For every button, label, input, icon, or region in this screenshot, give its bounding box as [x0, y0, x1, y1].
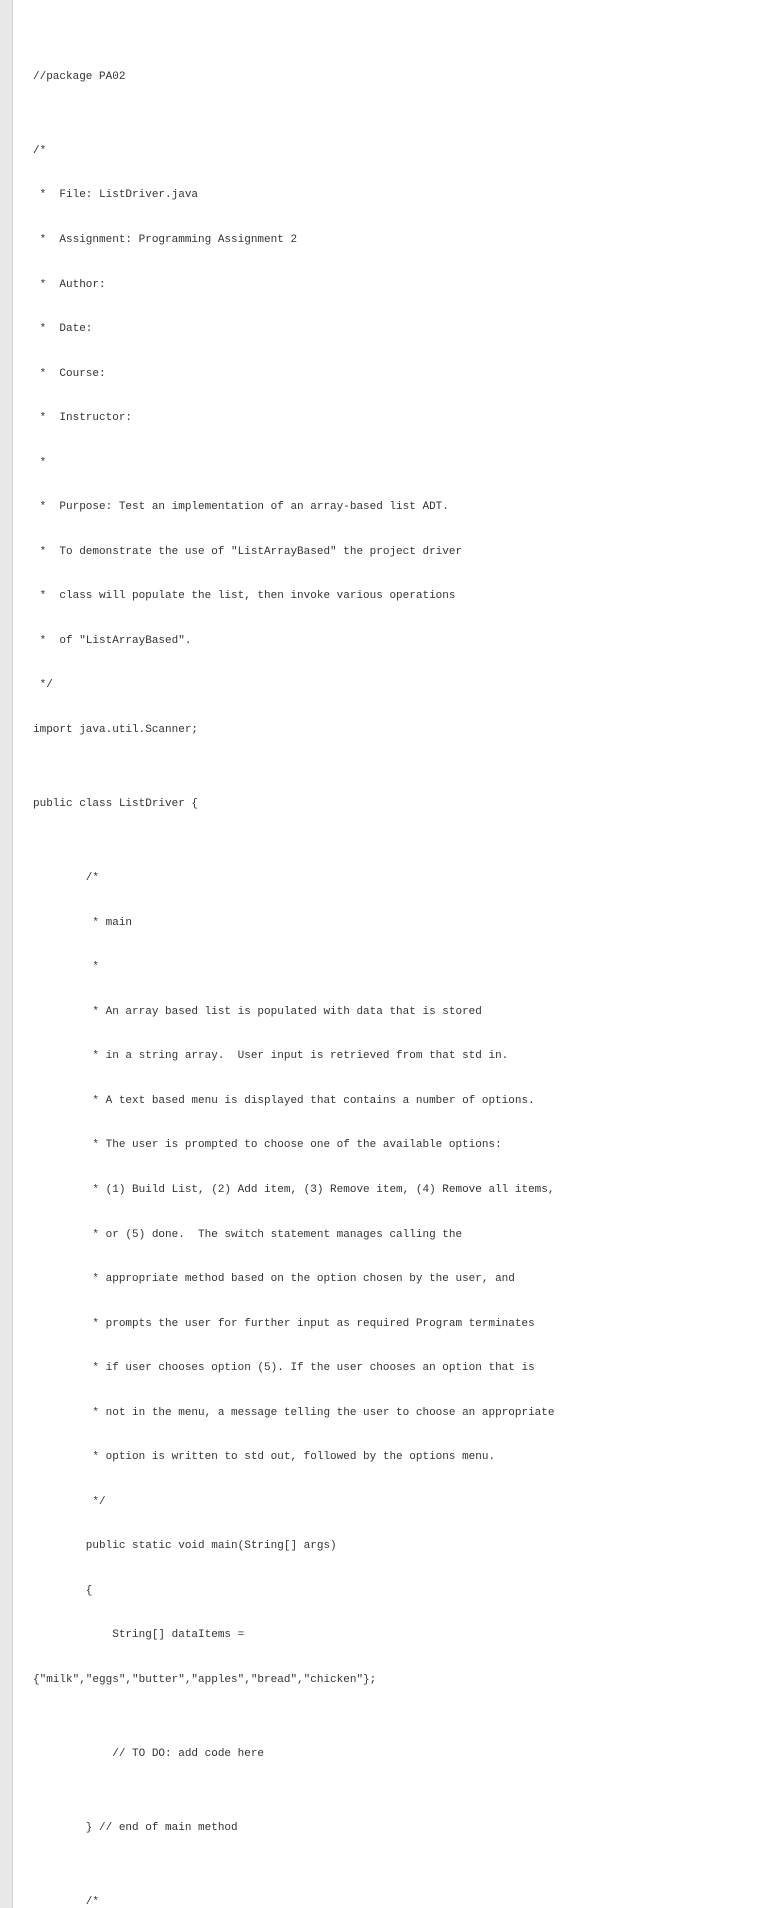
- code-line: * An array based list is populated with …: [33, 1005, 738, 1020]
- code-line: * or (5) done. The switch statement mana…: [33, 1228, 738, 1243]
- code-line: */: [33, 678, 738, 693]
- code-line: {: [33, 1584, 738, 1599]
- code-block: //package PA02 /* * File: ListDriver.jav…: [33, 40, 738, 1908]
- code-line: * File: ListDriver.java: [33, 188, 738, 203]
- code-line: public class ListDriver {: [33, 797, 738, 812]
- code-line: * Author:: [33, 278, 738, 293]
- code-line: //package PA02: [33, 70, 738, 85]
- code-line: {"milk","eggs","butter","apples","bread"…: [33, 1673, 738, 1688]
- code-line: /*: [33, 1895, 738, 1908]
- code-line: *: [33, 456, 738, 471]
- code-line: public static void main(String[] args): [33, 1539, 738, 1554]
- code-line: * if user chooses option (5). If the use…: [33, 1361, 738, 1376]
- code-line: * appropriate method based on the option…: [33, 1272, 738, 1287]
- code-line: * (1) Build List, (2) Add item, (3) Remo…: [33, 1183, 738, 1198]
- code-line: * To demonstrate the use of "ListArrayBa…: [33, 545, 738, 560]
- code-line: * main: [33, 916, 738, 931]
- code-line: } // end of main method: [33, 1821, 738, 1836]
- code-line: * A text based menu is displayed that co…: [33, 1094, 738, 1109]
- code-line: * not in the menu, a message telling the…: [33, 1406, 738, 1421]
- code-line: * class will populate the list, then inv…: [33, 589, 738, 604]
- code-line: * Assignment: Programming Assignment 2: [33, 233, 738, 248]
- code-line: * Purpose: Test an implementation of an …: [33, 500, 738, 515]
- code-line: * Instructor:: [33, 411, 738, 426]
- code-line: * of "ListArrayBased".: [33, 634, 738, 649]
- code-line: // TO DO: add code here: [33, 1747, 738, 1762]
- code-line: * The user is prompted to choose one of …: [33, 1138, 738, 1153]
- code-line: import java.util.Scanner;: [33, 723, 738, 738]
- code-line: * Course:: [33, 367, 738, 382]
- code-line: * in a string array. User input is retri…: [33, 1049, 738, 1064]
- code-line: String[] dataItems =: [33, 1628, 738, 1643]
- document-page: //package PA02 /* * File: ListDriver.jav…: [12, 0, 758, 1908]
- code-line: * prompts the user for further input as …: [33, 1317, 738, 1332]
- code-line: /*: [33, 144, 738, 159]
- code-line: * option is written to std out, followed…: [33, 1450, 738, 1465]
- code-line: * Date:: [33, 322, 738, 337]
- code-line: */: [33, 1495, 738, 1510]
- code-line: /*: [33, 871, 738, 886]
- code-line: *: [33, 960, 738, 975]
